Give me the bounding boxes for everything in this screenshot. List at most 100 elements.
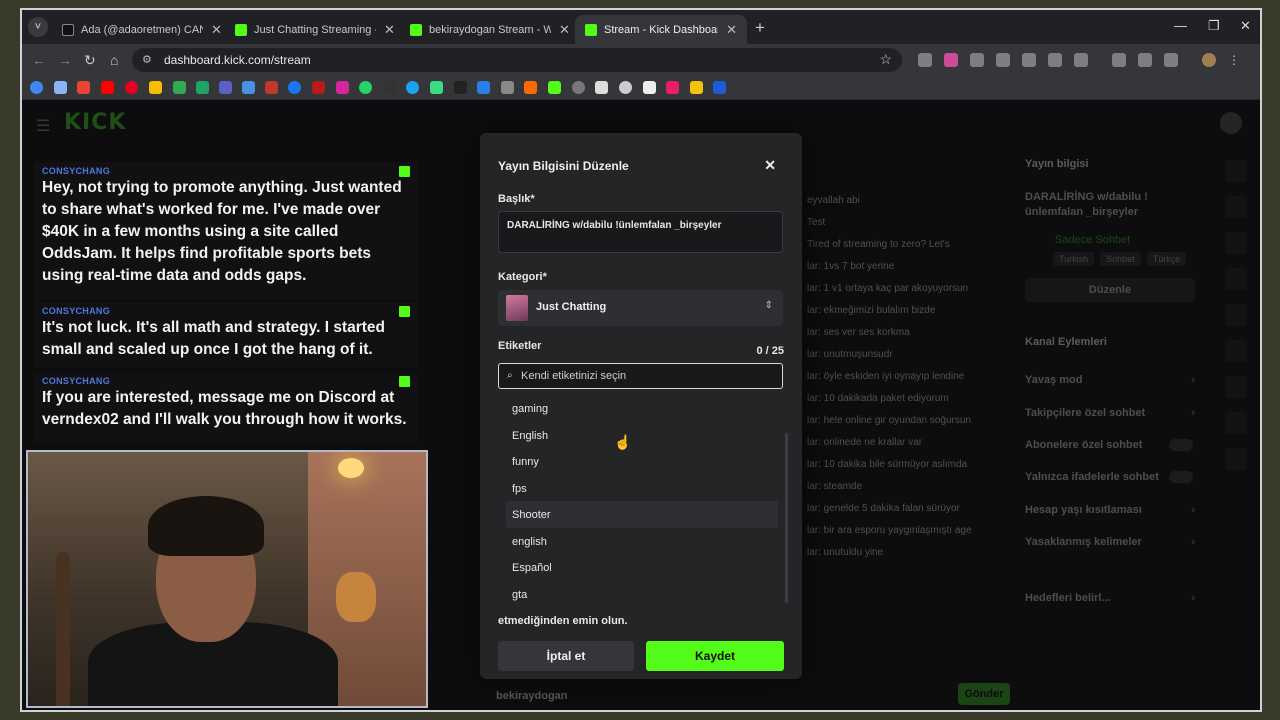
extension-icon[interactable] [996, 53, 1010, 67]
kick-icon [410, 23, 422, 36]
bookmark-icon[interactable] [501, 81, 514, 94]
category-thumbnail [506, 295, 528, 321]
bookmark-icon[interactable] [430, 81, 443, 94]
tag-option[interactable]: Shooter [506, 501, 778, 528]
google-icon[interactable] [30, 81, 43, 94]
instagram-icon[interactable] [336, 81, 349, 94]
close-icon[interactable]: ✕ [726, 22, 737, 38]
tag-option[interactable]: gta [506, 581, 778, 606]
bookmark-icon[interactable] [643, 81, 656, 94]
kick-icon [235, 23, 247, 36]
bookmark-icon[interactable] [713, 81, 726, 94]
new-tab-button[interactable]: + [755, 18, 765, 38]
cancel-button[interactable]: İptal et [498, 641, 634, 671]
site-info-icon[interactable]: ⚙ [142, 53, 152, 66]
gmail-icon[interactable] [77, 81, 90, 94]
back-icon[interactable]: ← [32, 52, 46, 68]
translate-icon[interactable] [1164, 53, 1178, 67]
bookmark-icon[interactable] [619, 81, 632, 94]
bookmark-icon[interactable] [477, 81, 490, 94]
kick-badge-icon [399, 166, 410, 177]
url-text: dashboard.kick.com/stream [164, 53, 311, 67]
bookmark-icon[interactable] [383, 81, 396, 94]
chat-text: It's not luck. It's all math and strateg… [42, 319, 385, 358]
tag-option[interactable]: English [506, 422, 778, 449]
search-icon: ⌕ [507, 370, 513, 381]
bookmark-icon[interactable] [288, 81, 301, 94]
reload-icon[interactable]: ↻ [84, 52, 96, 69]
webcam-lamp [338, 458, 364, 478]
edit-stream-modal: Yayın Bilgisini Düzenle ✕ Başlık* DARALİ… [480, 133, 802, 679]
tab-search-button[interactable]: ˅ [28, 17, 48, 37]
drive-icon[interactable] [196, 81, 209, 94]
home-icon[interactable]: ⌂ [110, 52, 118, 68]
tag-option[interactable]: gaming [506, 395, 778, 422]
tiktok-icon [62, 23, 74, 36]
bookmark-icon[interactable] [524, 81, 537, 94]
bookmark-icon[interactable] [149, 81, 162, 94]
chat-text: If you are interested, message me on Dis… [42, 389, 407, 428]
minimize-button[interactable]: — [1174, 18, 1187, 33]
save-button[interactable]: Kaydet [646, 641, 784, 671]
tab-kick-dashboard[interactable]: Stream - Kick Dashboard ✕ [575, 15, 747, 44]
youtube-icon[interactable] [101, 81, 114, 94]
maximize-button[interactable]: ❐ [1208, 18, 1220, 34]
tag-search-input[interactable]: ⌕ Kendi etiketinizi seçin [498, 363, 783, 389]
extension-icon[interactable] [1022, 53, 1036, 67]
kick-icon[interactable] [548, 81, 561, 94]
tag-option[interactable]: english [506, 528, 778, 555]
close-window-button[interactable]: ✕ [1240, 18, 1251, 34]
tab-ada[interactable]: Ada (@adaoretmen) CANLI Yayınd ✕ [52, 15, 232, 44]
extension-icon[interactable] [918, 53, 932, 67]
title-label: Başlık* [498, 193, 535, 205]
bookmark-icon[interactable] [265, 81, 278, 94]
bookmark-icon[interactable] [242, 81, 255, 94]
bookmark-icon[interactable] [454, 81, 467, 94]
extension-icon[interactable] [944, 53, 958, 67]
extension-icon[interactable] [1048, 53, 1062, 67]
star-icon[interactable] [690, 81, 703, 94]
kick-icon [585, 23, 597, 36]
whatsapp-icon[interactable] [359, 81, 372, 94]
profile-avatar[interactable] [1202, 53, 1216, 67]
more-menu-icon[interactable]: ⋮ [1228, 53, 1242, 67]
bookmark-icon[interactable] [572, 81, 585, 94]
tags-count: 0 / 25 [756, 345, 784, 357]
address-bar[interactable]: ⚙ dashboard.kick.com/stream ☆ [132, 48, 902, 72]
puzzle-icon[interactable] [1074, 53, 1088, 67]
overlay-chat-message: CONSYCHANG It's not luck. It's all math … [34, 302, 418, 368]
kick-badge-icon [399, 376, 410, 387]
category-select[interactable]: Just Chatting ⇕ [498, 290, 783, 326]
bookmark-icon[interactable] [219, 81, 232, 94]
tag-option[interactable]: Español [506, 554, 778, 581]
extension-icon[interactable] [1112, 53, 1126, 67]
bookmark-icon[interactable] [666, 81, 679, 94]
chat-username: CONSYCHANG [42, 376, 111, 386]
bookmark-icon[interactable] [173, 81, 186, 94]
extension-icon[interactable] [970, 53, 984, 67]
bookmark-icon[interactable] [312, 81, 325, 94]
tab-just-chatting[interactable]: Just Chatting Streaming - Live Stre ✕ [225, 15, 405, 44]
close-icon[interactable]: ✕ [384, 22, 395, 38]
extension-icon[interactable] [1138, 53, 1152, 67]
stream-title-input[interactable]: DARALİRİNG w/dabilu !ünlemfalan _birşeyl… [498, 211, 783, 253]
bookmark-icon[interactable] [54, 81, 67, 94]
chat-text: Hey, not trying to promote anything. Jus… [42, 179, 402, 284]
kick-badge-icon [399, 306, 410, 317]
category-label: Kategori* [498, 271, 547, 283]
tag-option[interactable]: funny [506, 448, 778, 475]
folder-icon[interactable] [595, 81, 608, 94]
chat-username: CONSYCHANG [42, 166, 111, 176]
bookmark-star-icon[interactable]: ☆ [879, 51, 892, 68]
forward-icon[interactable]: → [58, 52, 72, 68]
close-icon[interactable]: ✕ [559, 22, 570, 38]
browser-toolbar: ← → ↻ ⌂ ⚙ dashboard.kick.com/stream ☆ ⋮ [22, 44, 1260, 76]
dropdown-scrollbar[interactable] [785, 433, 788, 603]
tag-option[interactable]: fps [506, 475, 778, 502]
close-icon[interactable]: ✕ [211, 22, 222, 38]
tab-bekiraydogan[interactable]: bekiraydogan Stream - Watch Live ✕ [400, 15, 580, 44]
pinterest-icon[interactable] [125, 81, 138, 94]
close-icon[interactable]: ✕ [764, 157, 776, 174]
bookmark-icon[interactable] [406, 81, 419, 94]
webcam-teddy-bear [336, 572, 376, 622]
